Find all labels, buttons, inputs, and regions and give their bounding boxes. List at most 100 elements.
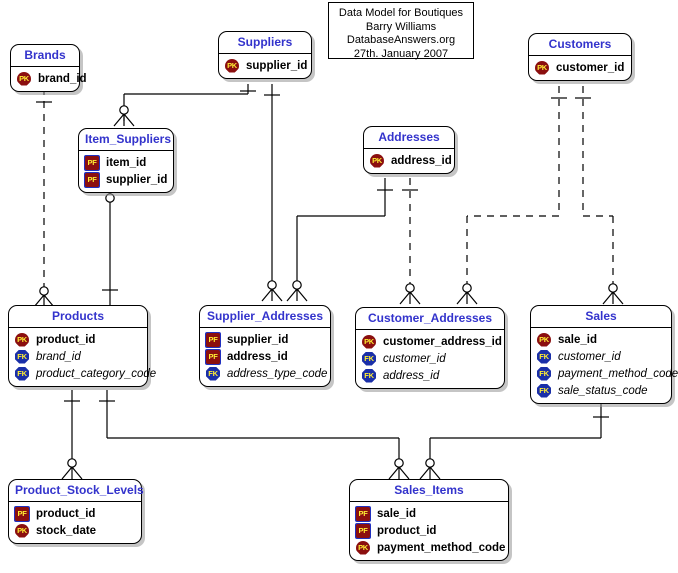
fk-badge-icon: FK: [537, 383, 551, 398]
entity-customer-addresses[interactable]: Customer_Addresses PK customer_address_i…: [355, 307, 505, 389]
entity-supplier-addresses[interactable]: Supplier_Addresses PF supplier_id PF add…: [199, 305, 331, 387]
attribute-name: sale_id: [558, 333, 597, 346]
attribute-row: PK address_id: [370, 152, 452, 169]
attribute-name: customer_id: [556, 61, 625, 74]
relationship-addresses-supplier-addresses: [286, 178, 393, 302]
entity-addresses[interactable]: Addresses PK address_id: [363, 126, 455, 174]
fk-badge-icon: FK: [15, 349, 29, 364]
relationship-products-stock-levels: [61, 390, 83, 480]
entity-suppliers[interactable]: Suppliers PK supplier_id: [218, 31, 312, 79]
relationship-suppliers-supplier-addresses: [261, 84, 283, 302]
pk-badge-icon: PK: [537, 332, 551, 347]
entity-sales-items[interactable]: Sales_Items PF sale_id PF product_id PK …: [349, 479, 509, 561]
pk-badge-icon: PK: [535, 60, 549, 75]
attribute-name: address_type_code: [227, 367, 328, 380]
entity-title-sales-items: Sales_Items: [350, 480, 508, 502]
attribute-name: payment_method_code: [377, 541, 506, 554]
attribute-row: PK sale_id: [537, 331, 667, 348]
relationship-addresses-customer-addresses: [399, 178, 421, 305]
pf-badge-icon: PF: [356, 523, 370, 538]
entity-attributes-suppliers: PK supplier_id: [219, 54, 311, 78]
pf-badge-icon: PF: [85, 155, 99, 170]
relationship-products-sales-items: [99, 390, 410, 480]
attribute-name: product_category_code: [36, 367, 157, 380]
attribute-row: PK supplier_id: [225, 57, 307, 74]
attribute-row: FK sale_status_code: [537, 382, 667, 399]
relationship-item-suppliers-products: [99, 181, 121, 305]
pk-badge-icon: PK: [362, 334, 376, 349]
attribute-name: brand_id: [36, 350, 81, 363]
attribute-row: FK brand_id: [15, 348, 143, 365]
attribute-name: product_id: [36, 507, 96, 520]
entity-attributes-sales: PK sale_id FK customer_id FK payment_met…: [531, 328, 678, 403]
attribute-name: supplier_id: [227, 333, 289, 346]
entity-products[interactable]: Products PK product_id FK brand_id FK pr…: [8, 305, 156, 387]
pk-badge-icon: PK: [15, 523, 29, 538]
attribute-name: product_id: [36, 333, 96, 346]
entity-attributes-customers: PK customer_id: [529, 56, 631, 80]
attribute-name: brand_id: [38, 72, 87, 85]
attribute-name: product_id: [377, 524, 437, 537]
title-line-4: 27th. January 2007: [353, 47, 449, 60]
attribute-name: customer_id: [383, 352, 446, 365]
attribute-row: PF supplier_id: [206, 331, 326, 348]
attribute-name: payment_method_code: [558, 367, 678, 380]
attribute-row: PK stock_date: [15, 522, 137, 539]
attribute-name: sale_id: [377, 507, 416, 520]
er-diagram-canvas: Data Model for Boutiques Barry Williams …: [0, 0, 678, 573]
attribute-row: FK customer_id: [362, 350, 500, 367]
entity-title-product-stock-levels: Product_Stock_Levels: [9, 480, 144, 502]
entity-item-suppliers[interactable]: Item_Suppliers PF item_id PF supplier_id: [78, 128, 174, 193]
title-line-2: Barry Williams: [365, 20, 437, 33]
attribute-row: PK payment_method_code: [356, 539, 506, 556]
attribute-name: supplier_id: [246, 59, 308, 72]
entity-title-item-suppliers: Item_Suppliers: [79, 129, 173, 151]
attribute-row: FK product_category_code: [15, 365, 156, 382]
title-line-3: DatabaseAnswers.org: [346, 34, 456, 46]
fk-badge-icon: FK: [15, 366, 29, 381]
fk-badge-icon: FK: [206, 366, 220, 381]
relationship-brands-products: [33, 88, 55, 308]
attribute-name: address_id: [227, 350, 288, 363]
attribute-row: PF product_id: [356, 522, 504, 539]
pk-badge-icon: PK: [370, 153, 384, 168]
entity-sales[interactable]: Sales PK sale_id FK customer_id FK payme…: [530, 305, 678, 404]
entity-attributes-customer-addresses: PK customer_address_id FK customer_id FK…: [356, 330, 504, 388]
entity-attributes-addresses: PK address_id: [364, 149, 454, 173]
attribute-row: FK address_id: [362, 367, 500, 384]
title-line-1: Data Model for Boutiques: [338, 7, 464, 19]
attribute-row: PF supplier_id: [85, 171, 169, 188]
attribute-row: PK product_id: [15, 331, 143, 348]
entity-attributes-product-stock-levels: PF product_id PK stock_date: [9, 502, 141, 543]
attribute-row: FK address_type_code: [206, 365, 328, 382]
entity-product-stock-levels[interactable]: Product_Stock_Levels PF product_id PK st…: [8, 479, 144, 544]
attribute-name: supplier_id: [106, 173, 168, 186]
diagram-title-block: Data Model for Boutiques Barry Williams …: [328, 2, 474, 60]
pk-badge-icon: PK: [225, 58, 239, 73]
attribute-name: stock_date: [36, 524, 97, 537]
entity-title-customers: Customers: [529, 34, 631, 56]
fk-badge-icon: FK: [537, 366, 551, 381]
pf-badge-icon: PF: [356, 506, 370, 521]
pf-badge-icon: PF: [206, 349, 220, 364]
attribute-name: item_id: [106, 156, 147, 169]
entity-attributes-sales-items: PF sale_id PF product_id PK payment_meth…: [350, 502, 508, 560]
attribute-name: customer_address_id: [383, 335, 502, 348]
pk-badge-icon: PK: [15, 332, 29, 347]
attribute-name: address_id: [383, 369, 440, 382]
entity-title-customer-addresses: Customer_Addresses: [356, 308, 504, 330]
entity-attributes-products: PK product_id FK brand_id FK product_cat…: [9, 328, 156, 386]
entity-customers[interactable]: Customers PK customer_id: [528, 33, 632, 81]
pf-badge-icon: PF: [15, 506, 29, 521]
attribute-row: PK customer_address_id: [362, 333, 502, 350]
entity-title-suppliers: Suppliers: [219, 32, 311, 54]
attribute-row: PF product_id: [15, 505, 137, 522]
attribute-row: FK customer_id: [537, 348, 667, 365]
attribute-row: FK payment_method_code: [537, 365, 678, 382]
entity-title-sales: Sales: [531, 306, 671, 328]
entity-brands[interactable]: Brands PK brand_id: [10, 44, 87, 92]
attribute-row: PF item_id: [85, 154, 169, 171]
attribute-row: PF sale_id: [356, 505, 504, 522]
pk-badge-icon: PK: [17, 71, 31, 86]
attribute-name: sale_status_code: [558, 384, 648, 397]
